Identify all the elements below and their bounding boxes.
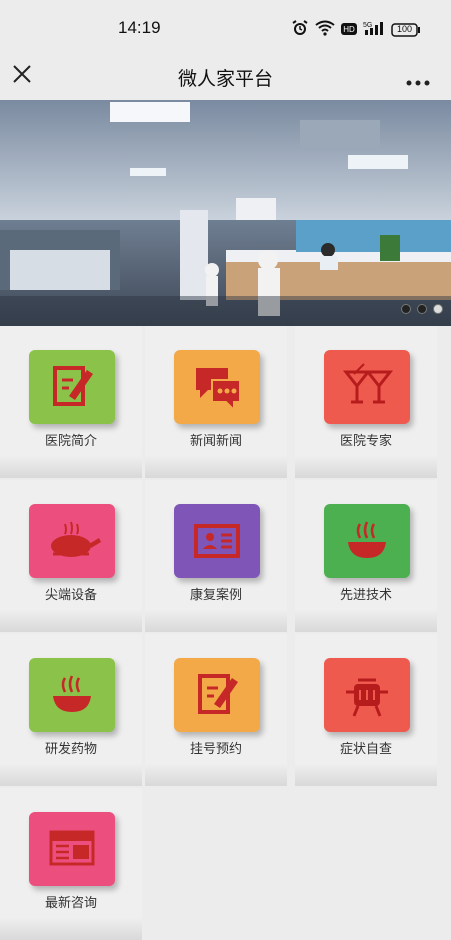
hd-icon: HD (341, 21, 357, 40)
svg-text:5G: 5G (363, 22, 372, 29)
wifi-icon (315, 20, 335, 40)
carousel-dots (401, 304, 443, 314)
chat-bubbles-icon (174, 350, 260, 424)
menu-item-symptom-check[interactable]: 症状自查 (295, 634, 437, 786)
menu-item-rehab-cases[interactable]: 康复案例 (145, 480, 287, 632)
more-dots-icon (406, 80, 430, 86)
menu-item-label: 先进技术 (339, 588, 392, 603)
menu-item-appointment[interactable]: 挂号预约 (145, 634, 287, 786)
menu-item-label: 新闻新闻 (189, 434, 242, 449)
status-time: 14:19 (118, 18, 161, 37)
carousel-dot[interactable] (401, 304, 411, 314)
menu-item-label: 症状自查 (339, 742, 392, 757)
banner-carousel[interactable] (0, 100, 451, 326)
menu-item-latest-consult[interactable]: 最新咨询 (0, 788, 142, 940)
hospital-lobby-photo (0, 100, 451, 326)
menu-item-label: 研发药物 (44, 742, 97, 757)
menu-item-experts[interactable]: 医院专家 (295, 326, 437, 478)
roast-chicken-icon (29, 504, 115, 578)
carousel-dot-active[interactable] (433, 304, 443, 314)
edit-document-icon (174, 658, 260, 732)
signal-5g-icon: 5G (363, 20, 385, 40)
status-bar: 14:19 HD 5G 100 (0, 0, 451, 56)
menu-item-label: 医院简介 (44, 434, 97, 449)
battery-level: 100 (396, 24, 413, 34)
hot-bowl-icon (29, 658, 115, 732)
menu-item-label: 挂号预约 (189, 742, 242, 757)
battery-icon: 100 (391, 23, 421, 37)
cocktail-glasses-icon (324, 350, 410, 424)
more-button[interactable] (405, 72, 431, 86)
menu-item-advanced-tech[interactable]: 先进技术 (295, 480, 437, 632)
menu-item-drug-rd[interactable]: 研发药物 (0, 634, 142, 786)
svg-text:HD: HD (343, 25, 355, 34)
hot-bowl-icon (324, 504, 410, 578)
menu-item-label: 康复案例 (189, 588, 242, 603)
menu-item-label: 最新咨询 (44, 896, 97, 911)
menu-item-hospital-intro[interactable]: 医院简介 (0, 326, 142, 478)
newspaper-icon (29, 812, 115, 886)
menu-item-label: 尖端设备 (44, 588, 97, 603)
carousel-dot[interactable] (417, 304, 427, 314)
menu-item-label: 医院专家 (339, 434, 392, 449)
barbecue-grill-icon (324, 658, 410, 732)
alarm-icon (291, 19, 309, 41)
id-card-icon (174, 504, 260, 578)
page-title: 微人家平台 (177, 68, 273, 90)
menu-item-equipment[interactable]: 尖端设备 (0, 480, 142, 632)
status-icons: HD 5G 100 (291, 19, 421, 41)
edit-document-icon (29, 350, 115, 424)
nav-bar: 微人家平台 (0, 56, 451, 100)
menu-item-news[interactable]: 新闻新闻 (145, 326, 287, 478)
